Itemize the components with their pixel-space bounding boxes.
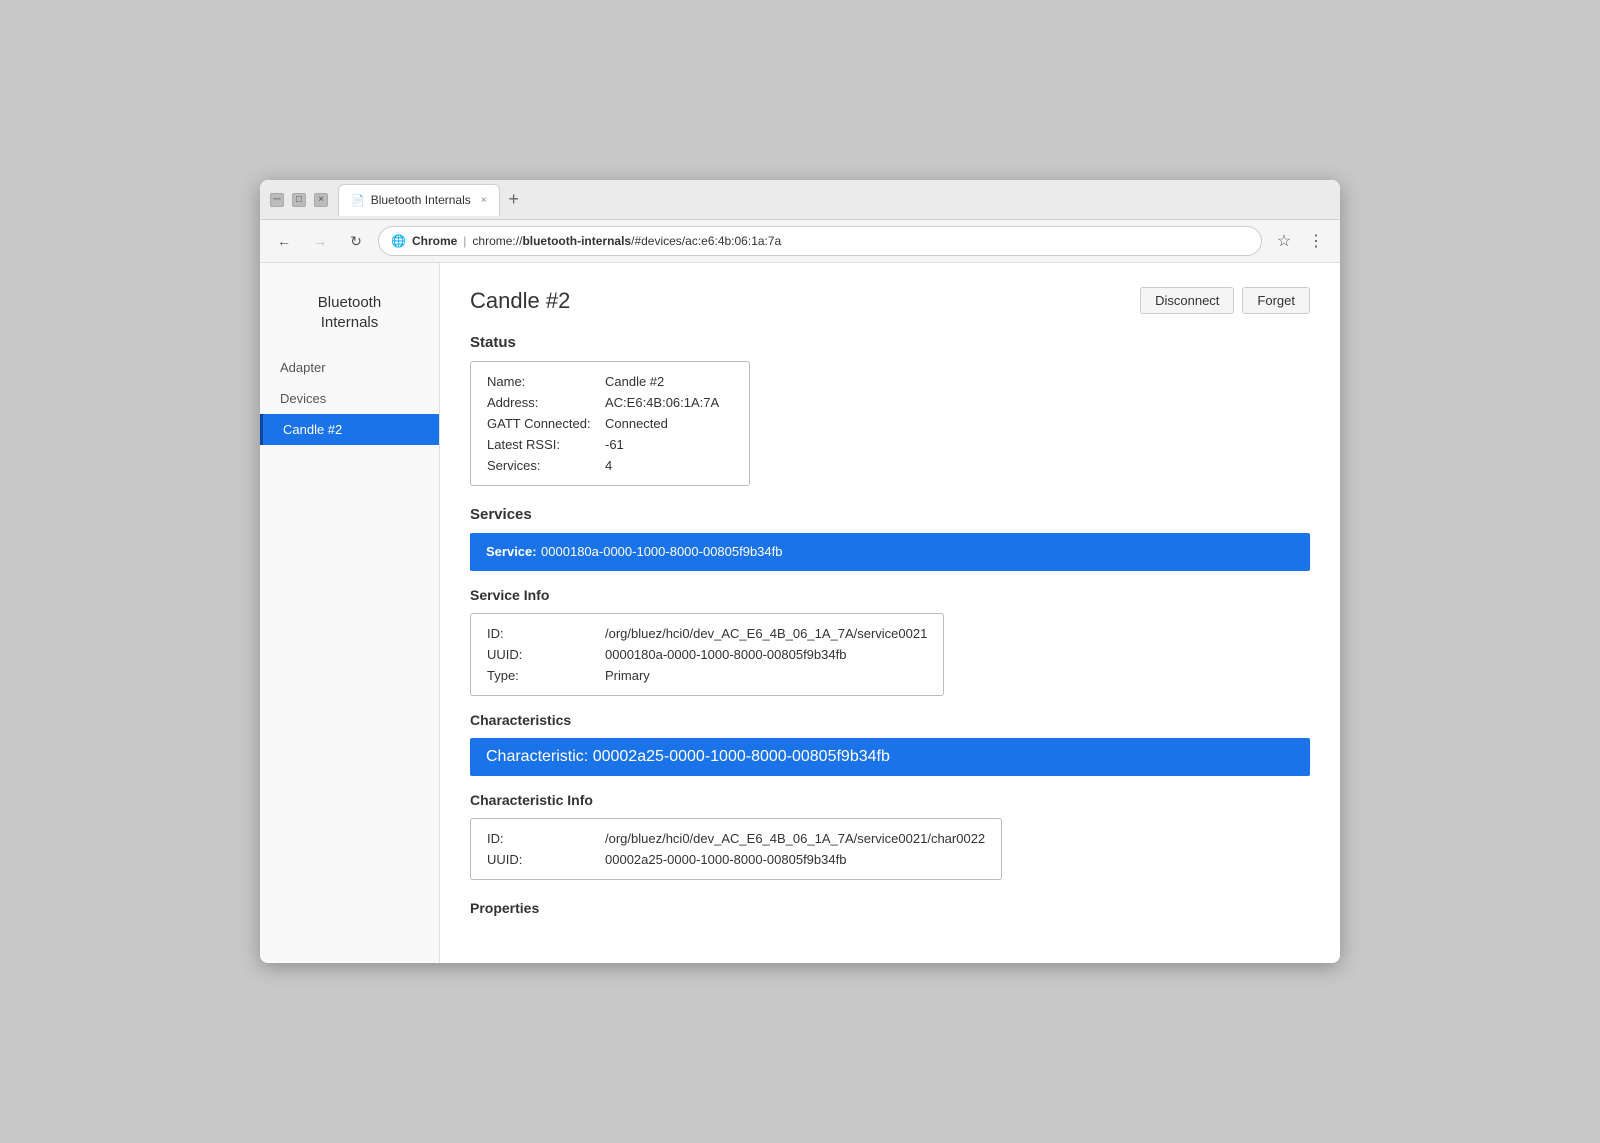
status-rssi-label: Latest RSSI:: [487, 437, 597, 452]
status-services-value: 4: [605, 458, 612, 473]
active-tab[interactable]: 📄 Bluetooth Internals ×: [338, 184, 500, 216]
status-gatt-label: GATT Connected:: [487, 416, 597, 431]
forget-button[interactable]: Forget: [1242, 287, 1310, 314]
service-type-value: Primary: [605, 668, 650, 683]
tab-close-icon[interactable]: ×: [481, 195, 487, 206]
tab-bar: 📄 Bluetooth Internals × +: [338, 184, 1330, 216]
sidebar-nav: Adapter Devices Candle #2: [260, 352, 439, 445]
characteristic-info-box: ID: /org/bluez/hci0/dev_AC_E6_4B_06_1A_7…: [470, 818, 1002, 880]
service-uuid-row: UUID: 0000180a-0000-1000-8000-00805f9b34…: [487, 647, 927, 662]
properties-title: Properties: [470, 900, 1310, 916]
tab-icon: 📄: [351, 194, 365, 207]
maximize-button[interactable]: □: [292, 193, 306, 207]
content-area: BluetoothInternals Adapter Devices Candl…: [260, 263, 1340, 963]
status-name-row: Name: Candle #2: [487, 374, 733, 389]
main-content: Candle #2 Disconnect Forget Status Name:…: [440, 263, 1340, 963]
status-name-value: Candle #2: [605, 374, 664, 389]
service-uuid-label: UUID:: [487, 647, 597, 662]
characteristics-title: Characteristics: [470, 712, 1310, 728]
forward-button[interactable]: →: [306, 227, 334, 255]
char-id-row: ID: /org/bluez/hci0/dev_AC_E6_4B_06_1A_7…: [487, 831, 985, 846]
window-controls: ─ □ ×: [270, 193, 328, 207]
status-gatt-value: Connected: [605, 416, 668, 431]
services-section-title: Services: [470, 506, 1310, 523]
sidebar: BluetoothInternals Adapter Devices Candl…: [260, 263, 440, 963]
characteristic-header[interactable]: Characteristic: 00002a25-0000-1000-8000-…: [470, 738, 1310, 776]
sidebar-item-adapter[interactable]: Adapter: [260, 352, 439, 383]
address-url: chrome://bluetooth-internals/#devices/ac…: [472, 234, 781, 248]
status-gatt-row: GATT Connected: Connected: [487, 416, 733, 431]
service-uuid: 0000180a-0000-1000-8000-00805f9b34fb: [541, 544, 782, 559]
service-header[interactable]: Service: 0000180a-0000-1000-8000-00805f9…: [470, 533, 1310, 571]
status-services-row: Services: 4: [487, 458, 733, 473]
status-rssi-value: -61: [605, 437, 624, 452]
char-uuid-row: UUID: 00002a25-0000-1000-8000-00805f9b34…: [487, 852, 985, 867]
characteristic-uuid: 00002a25-0000-1000-8000-00805f9b34fb: [593, 748, 890, 765]
char-uuid-value: 00002a25-0000-1000-8000-00805f9b34fb: [605, 852, 846, 867]
characteristic-info-title: Characteristic Info: [470, 792, 1310, 808]
status-services-label: Services:: [487, 458, 597, 473]
device-header: Candle #2 Disconnect Forget: [470, 287, 1310, 314]
nav-actions: ☆ ⋮: [1270, 227, 1330, 255]
service-id-value: /org/bluez/hci0/dev_AC_E6_4B_06_1A_7A/se…: [605, 626, 927, 641]
service-type-label: Type:: [487, 668, 597, 683]
address-bar[interactable]: 🌐 Chrome | chrome://bluetooth-internals/…: [378, 226, 1262, 256]
address-scheme: chrome://: [472, 234, 522, 248]
title-bar: ─ □ × 📄 Bluetooth Internals × +: [260, 180, 1340, 220]
status-address-row: Address: AC:E6:4B:06:1A:7A: [487, 395, 733, 410]
char-id-value: /org/bluez/hci0/dev_AC_E6_4B_06_1A_7A/se…: [605, 831, 985, 846]
status-name-label: Name:: [487, 374, 597, 389]
tab-title: Bluetooth Internals: [371, 193, 471, 207]
sidebar-title: BluetoothInternals: [260, 283, 439, 352]
address-url-rest: /#devices/ac:e6:4b:06:1a:7a: [631, 234, 781, 248]
minimize-button[interactable]: ─: [270, 193, 284, 207]
browser-window: ─ □ × 📄 Bluetooth Internals × + ← → ↻ 🌐 …: [260, 180, 1340, 963]
address-brand: Chrome: [412, 234, 457, 248]
status-info-box: Name: Candle #2 Address: AC:E6:4B:06:1A:…: [470, 361, 750, 486]
status-address-label: Address:: [487, 395, 597, 410]
device-title: Candle #2: [470, 288, 570, 314]
status-address-value: AC:E6:4B:06:1A:7A: [605, 395, 719, 410]
address-separator: |: [463, 234, 466, 248]
back-button[interactable]: ←: [270, 227, 298, 255]
service-type-row: Type: Primary: [487, 668, 927, 683]
service-id-label: ID:: [487, 626, 597, 641]
char-id-label: ID:: [487, 831, 597, 846]
service-uuid-value: 0000180a-0000-1000-8000-00805f9b34fb: [605, 647, 846, 662]
nav-bar: ← → ↻ 🌐 Chrome | chrome://bluetooth-inte…: [260, 220, 1340, 263]
disconnect-button[interactable]: Disconnect: [1140, 287, 1234, 314]
menu-button[interactable]: ⋮: [1302, 227, 1330, 255]
characteristic-label: Characteristic:: [486, 748, 588, 765]
reload-button[interactable]: ↻: [342, 227, 370, 255]
sidebar-item-devices[interactable]: Devices: [260, 383, 439, 414]
service-id-row: ID: /org/bluez/hci0/dev_AC_E6_4B_06_1A_7…: [487, 626, 927, 641]
device-actions: Disconnect Forget: [1140, 287, 1310, 314]
address-url-bold: bluetooth-internals: [522, 234, 631, 248]
char-uuid-label: UUID:: [487, 852, 597, 867]
sidebar-item-candle2[interactable]: Candle #2: [260, 414, 439, 445]
lock-icon: 🌐: [391, 234, 406, 248]
service-label: Service:: [486, 544, 537, 559]
bookmark-button[interactable]: ☆: [1270, 227, 1298, 255]
service-info-box: ID: /org/bluez/hci0/dev_AC_E6_4B_06_1A_7…: [470, 613, 944, 696]
status-section-title: Status: [470, 334, 1310, 351]
service-info-title: Service Info: [470, 587, 1310, 603]
new-tab-button[interactable]: +: [500, 186, 528, 214]
close-button[interactable]: ×: [314, 193, 328, 207]
status-rssi-row: Latest RSSI: -61: [487, 437, 733, 452]
